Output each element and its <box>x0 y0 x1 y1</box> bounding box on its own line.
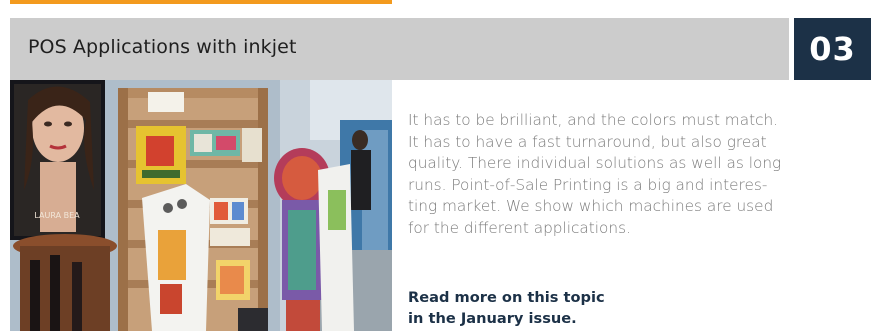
issue-number-badge: 03 <box>794 18 871 80</box>
poster-brand-text: LAURA BEA <box>34 211 80 220</box>
article-body-line: It has to be brilliant, and the colors m… <box>408 111 779 129</box>
issue-number: 03 <box>809 30 856 68</box>
section-header: POS Applications with inkjet <box>10 18 789 80</box>
read-more-line: in the January issue. <box>408 310 577 327</box>
read-more-note: Read more on this topic in the January i… <box>408 287 708 329</box>
article-body-line: It has to have a fast turnaround, but al… <box>408 132 767 151</box>
section-title: POS Applications with inkjet <box>28 36 297 58</box>
read-more-line: Read more on this topic <box>408 289 605 306</box>
pos-display-photo: LAURA BEA <box>10 80 392 331</box>
article-body-line: quality. There individual solutions as w… <box>408 154 782 172</box>
article-body-line: ting market. We show which machines are … <box>408 197 774 215</box>
article-body-line: runs. Point-of-Sale Printing is a big an… <box>408 175 768 194</box>
top-accent-bar <box>10 0 392 4</box>
photo-illustration: LAURA BEA <box>10 80 392 331</box>
article-body-line: for the different applications. <box>408 218 631 237</box>
page: POS Applications with inkjet 03 LAURA BE… <box>0 0 871 331</box>
article-body: It has to be brilliant, and the colors m… <box>408 110 828 239</box>
